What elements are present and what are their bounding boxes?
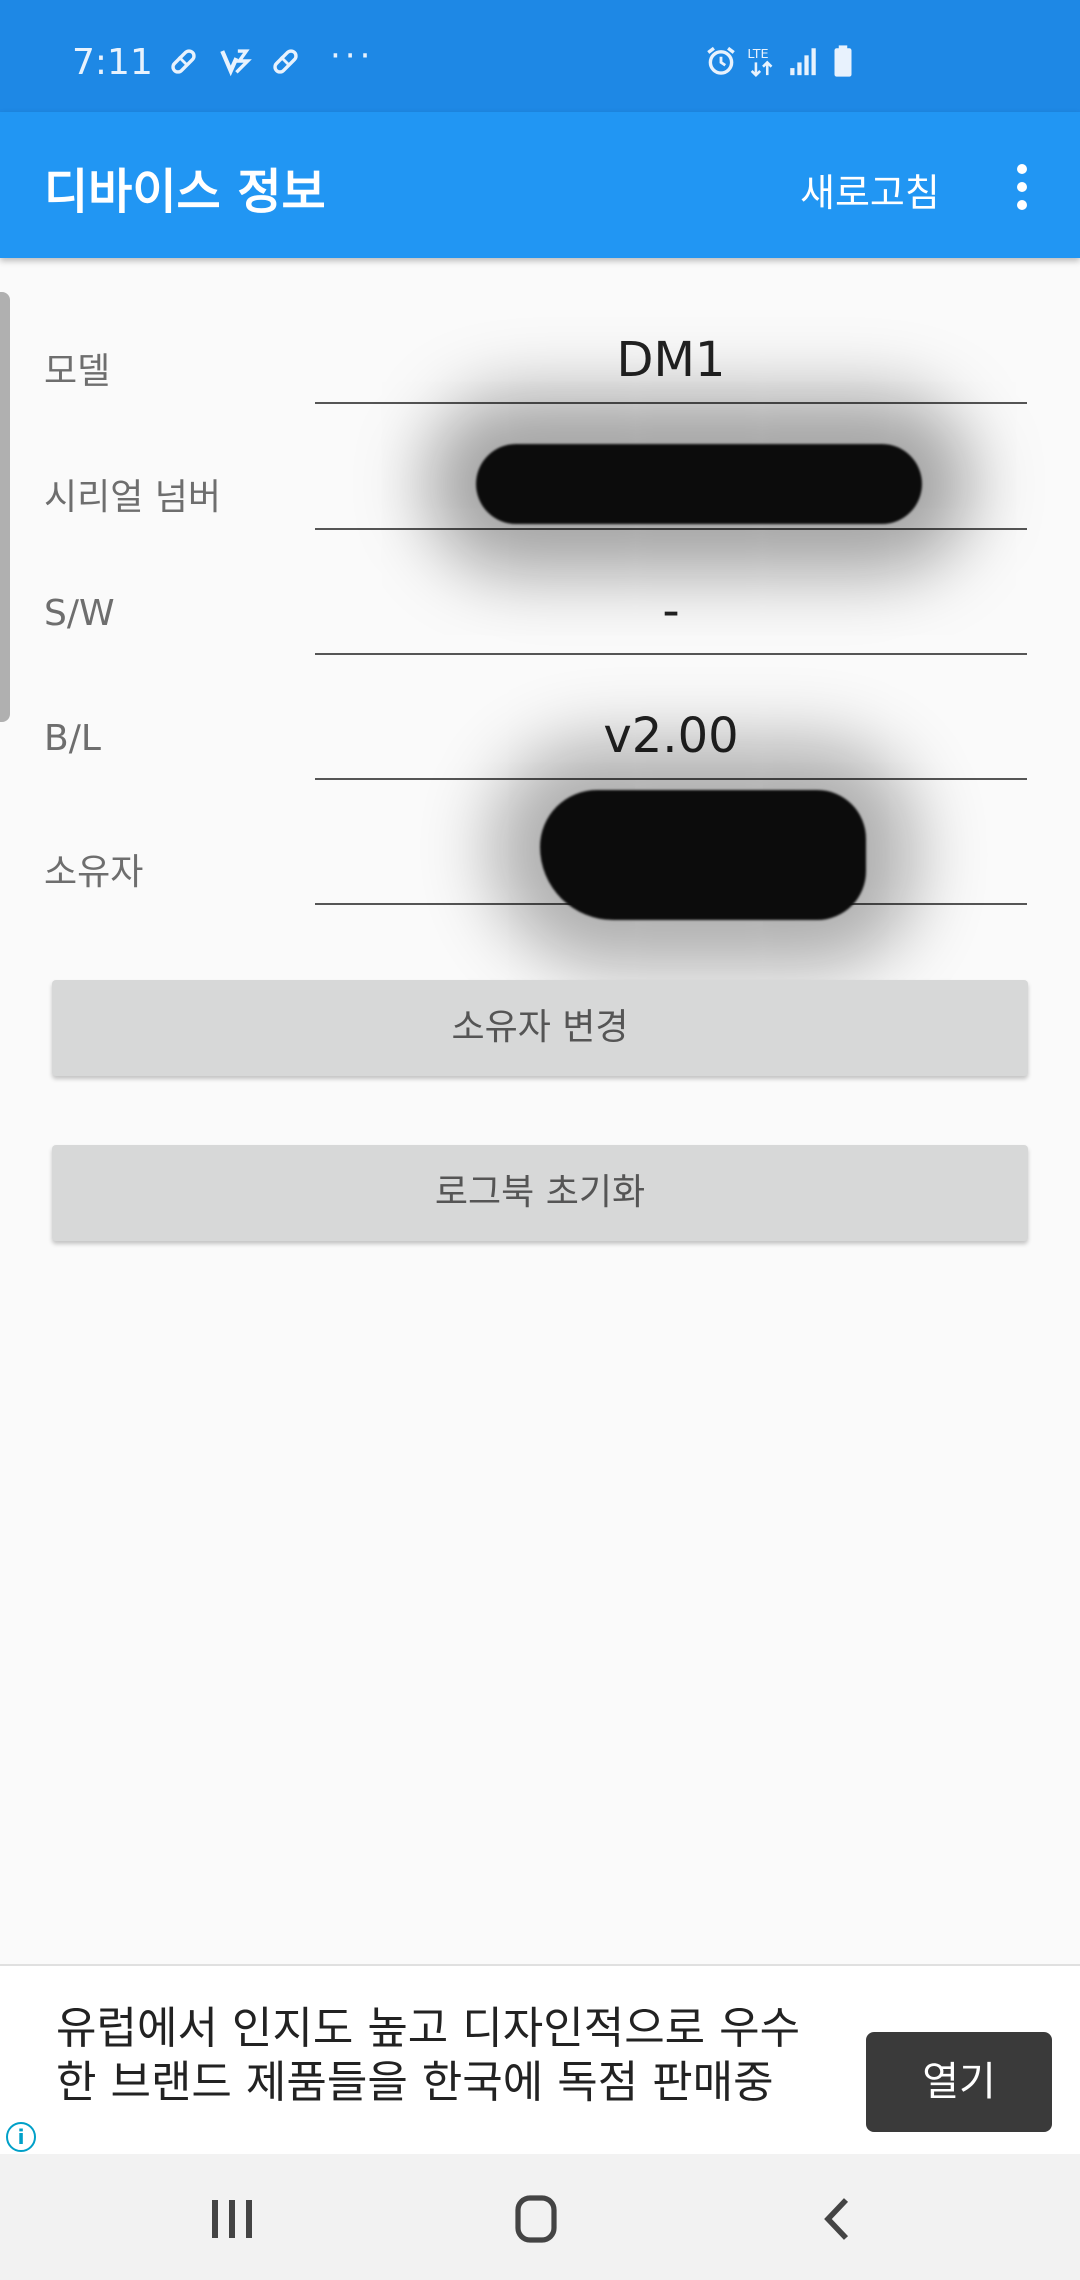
serial-label: 시리얼 넘버 xyxy=(44,477,222,518)
change-owner-button[interactable]: 소유자 변경 xyxy=(52,980,1028,1076)
field-row-sw: S/W - xyxy=(0,571,1080,696)
sw-value: - xyxy=(662,583,680,639)
reset-logbook-button[interactable]: 로그북 초기화 xyxy=(52,1145,1028,1241)
svg-text:LTE: LTE xyxy=(747,47,768,62)
model-underline xyxy=(315,402,1027,404)
lte-icon: LTE xyxy=(747,47,773,77)
field-row-model: 모델 DM1 xyxy=(0,320,1080,445)
back-icon[interactable] xyxy=(808,2194,868,2244)
sw-underline xyxy=(315,653,1027,655)
bl-value: v2.00 xyxy=(603,708,739,764)
page-title: 디바이스 정보 xyxy=(44,164,326,220)
ad-open-button[interactable]: 열기 xyxy=(866,2032,1052,2132)
model-value: DM1 xyxy=(616,332,726,388)
owner-redaction xyxy=(540,790,866,920)
v-notification-icon xyxy=(220,49,252,77)
home-icon[interactable] xyxy=(506,2194,566,2244)
ad-info-icon[interactable]: i xyxy=(6,2122,36,2152)
alarm-icon xyxy=(707,46,735,75)
ad-text[interactable]: 유럽에서 인지도 높고 디자인적으로 우수한 브랜드 제품들을 한국에 독점 판… xyxy=(56,2002,816,2110)
navigation-bar xyxy=(0,2154,1080,2280)
signal-icon xyxy=(790,48,816,76)
status-time: 7:11 xyxy=(72,42,153,83)
bl-underline xyxy=(315,778,1027,780)
more-vert-icon[interactable] xyxy=(1012,164,1032,214)
serial-underline xyxy=(315,528,1027,530)
pill-icon xyxy=(171,49,196,74)
serial-redaction xyxy=(476,444,922,524)
more-notifications-icon: ··· xyxy=(330,36,375,76)
bl-label: B/L xyxy=(44,718,101,759)
sw-label: S/W xyxy=(44,593,115,634)
status-bar: 7:11 ··· LTE xyxy=(0,0,1080,112)
model-label: 모델 xyxy=(44,351,111,392)
ad-banner[interactable]: 유럽에서 인지도 높고 디자인적으로 우수한 브랜드 제품들을 한국에 독점 판… xyxy=(0,1964,1080,2156)
battery-icon xyxy=(834,45,852,77)
refresh-button[interactable]: 새로고침 xyxy=(800,162,940,217)
recent-apps-icon[interactable] xyxy=(202,2194,262,2244)
app-bar: 디바이스 정보 새로고침 xyxy=(0,112,1080,258)
field-row-bl: B/L v2.00 xyxy=(0,696,1080,821)
pill-icon xyxy=(273,49,298,74)
owner-label: 소유자 xyxy=(44,852,144,893)
